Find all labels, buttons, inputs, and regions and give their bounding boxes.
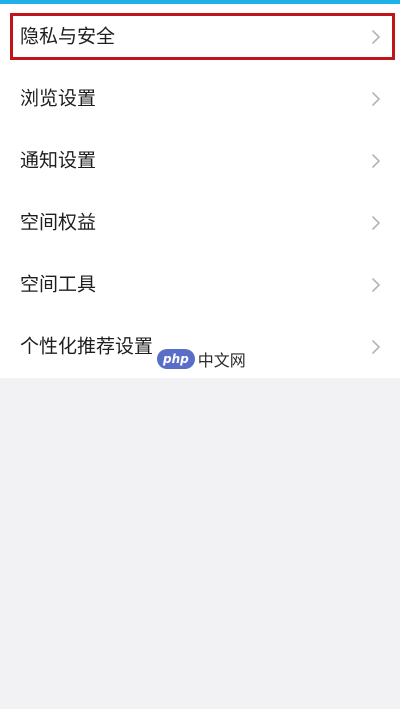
menu-item-space-benefits[interactable]: 空间权益: [0, 192, 400, 254]
menu-item-label: 浏览设置: [20, 87, 97, 110]
menu-item-label: 个性化推荐设置: [20, 335, 154, 358]
watermark-text: 中文网: [197, 351, 246, 370]
menu-item-privacy-security[interactable]: 隐私与安全: [0, 6, 400, 68]
chevron-right-icon: [372, 278, 380, 292]
chevron-right-icon: [372, 154, 380, 168]
chevron-right-icon: [372, 30, 380, 44]
settings-menu-list: 隐私与安全 浏览设置 通知设置 空间权益 空间工具 个性化推荐设置 php 中文…: [0, 4, 400, 378]
menu-item-label: 空间工具: [20, 273, 97, 296]
menu-item-space-tools[interactable]: 空间工具: [0, 254, 400, 316]
menu-item-notification-settings[interactable]: 通知设置: [0, 130, 400, 192]
menu-item-browse-settings[interactable]: 浏览设置: [0, 68, 400, 130]
watermark-logo: php: [157, 349, 195, 369]
watermark: php 中文网: [157, 345, 246, 373]
chevron-right-icon: [372, 340, 380, 354]
chevron-right-icon: [372, 216, 380, 230]
chevron-right-icon: [372, 92, 380, 106]
menu-item-label: 通知设置: [20, 149, 97, 172]
menu-item-label: 空间权益: [20, 211, 97, 234]
menu-item-label: 隐私与安全: [20, 25, 116, 48]
